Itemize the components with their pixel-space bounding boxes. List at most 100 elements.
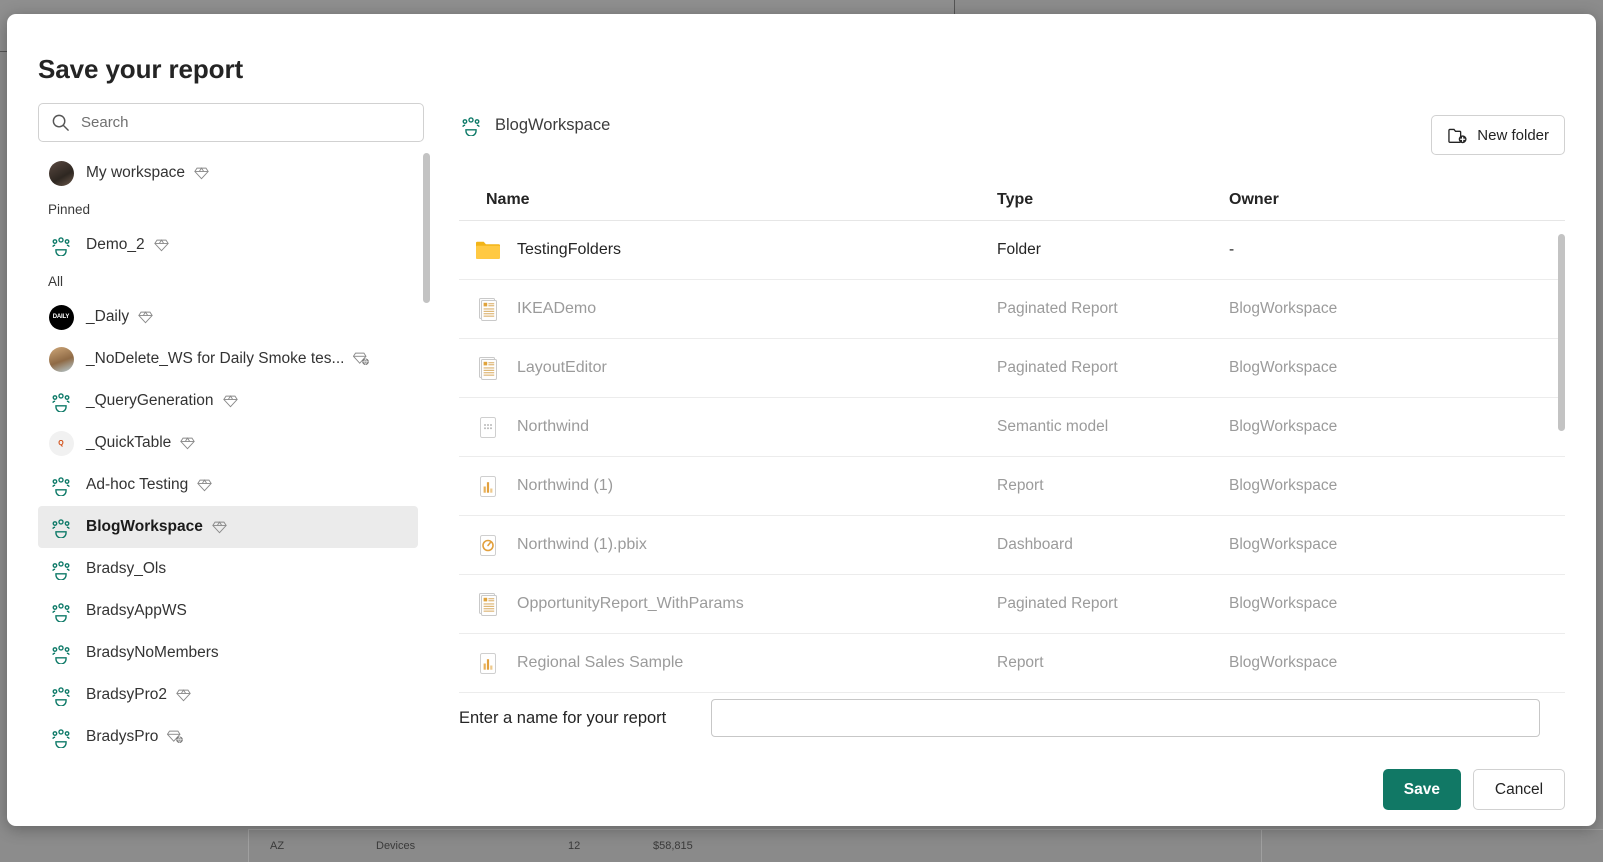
background-cell-count: 12 [568, 840, 581, 852]
sidebar-item-daily[interactable]: DAILY _Daily [38, 296, 418, 338]
avatar-dog [48, 346, 74, 372]
file-name-cell: Regional Sales Sample [474, 650, 997, 677]
file-name-cell: Northwind (1) [474, 473, 997, 500]
premium-diamond-icon [212, 520, 227, 534]
sidebar-item-quicktable[interactable]: Q _QuickTable [38, 422, 418, 464]
workspace-group-icon [48, 514, 74, 540]
workspace-group-icon [48, 556, 74, 582]
premium-diamond-icon [222, 394, 238, 408]
sidebar-item-blogworkspace[interactable]: BlogWorkspace [38, 506, 418, 548]
file-type: Paginated Report [997, 359, 1118, 376]
file-name: Northwind [517, 418, 590, 435]
file-table-scrollbar-thumb[interactable] [1558, 234, 1565, 431]
new-folder-label: New folder [1477, 126, 1549, 144]
sidebar-item-bradyspro[interactable]: BradysPro [38, 716, 418, 758]
file-type: Report [997, 477, 1044, 494]
avatar-quick: Q [48, 430, 74, 456]
sidebar-item-label: My workspace [86, 164, 186, 181]
workspace-scrollbar-thumb[interactable] [423, 153, 430, 303]
table-row[interactable]: OpportunityReport_WithParams Paginated R… [459, 575, 1565, 634]
table-row[interactable]: IKEADemo Paginated Report BlogWorkspace [459, 280, 1565, 339]
search-icon [51, 113, 70, 132]
file-name-cell: Northwind [474, 414, 997, 441]
workspace-group-icon [48, 232, 74, 258]
table-row[interactable]: Northwind Semantic model BlogWorkspace [459, 398, 1565, 457]
file-owner: BlogWorkspace [1229, 359, 1338, 376]
background-table-row: AZ Devices 12 $58,815 [248, 829, 1603, 862]
sidebar-item-nodelete-ws-for-daily-smoke-tes[interactable]: _NoDelete_WS for Daily Smoke tes... [38, 338, 418, 380]
file-table-body[interactable]: TestingFolders Folder - IKEADemo Paginat… [459, 221, 1565, 693]
file-owner: - [1229, 241, 1235, 258]
table-row[interactable]: LayoutEditor Paginated Report BlogWorksp… [459, 339, 1565, 398]
folder-icon [474, 237, 501, 264]
sidebar-item-label: BradsyNoMembers [86, 644, 219, 661]
sidebar-item-my-workspace[interactable]: My workspace [38, 152, 418, 194]
file-name-cell: Northwind (1).pbix [474, 532, 997, 559]
sidebar-item-ad-hoc-testing[interactable]: Ad-hoc Testing [38, 464, 418, 506]
file-type: Folder [997, 241, 1041, 258]
sidebar-item-label: _Daily [86, 308, 130, 325]
premium-diamond-icon [176, 688, 191, 702]
sidebar-item-bradsypro2[interactable]: BradsyPro2 [38, 674, 418, 716]
workspace-group-icon [48, 640, 74, 666]
sidebar-item-label: _QuickTable [86, 434, 172, 451]
premium-diamond-icon [138, 310, 153, 324]
report-name-input[interactable] [711, 699, 1540, 737]
save-button[interactable]: Save [1382, 769, 1461, 810]
workspace-group-icon [48, 598, 74, 624]
file-owner: BlogWorkspace [1229, 536, 1338, 553]
file-type: Paginated Report [997, 300, 1118, 317]
loading-dots-indicator: ·· [64, 825, 71, 826]
table-row[interactable]: Northwind (1).pbix Dashboard BlogWorkspa… [459, 516, 1565, 575]
sidebar-item-querygeneration[interactable]: _QueryGeneration [38, 380, 418, 422]
workspace-group-icon [48, 682, 74, 708]
file-name-cell: IKEADemo [474, 296, 997, 323]
file-table-scrollbar-track[interactable] [1558, 221, 1565, 693]
user-avatar [48, 160, 74, 186]
workspace-list: My workspace Pinned Demo_2 All DAILY _Da… [38, 152, 418, 758]
report-icon [474, 650, 501, 677]
column-header-type[interactable]: Type [997, 191, 1229, 209]
workspace-group-icon [48, 388, 74, 414]
sidebar-item-bradsynomembers[interactable]: BradsyNoMembers [38, 632, 418, 674]
column-header-name[interactable]: Name [486, 191, 997, 209]
workspace-group-icon [459, 113, 483, 137]
workspace-group-icon [48, 472, 74, 498]
new-folder-button[interactable]: New folder [1431, 115, 1565, 155]
breadcrumb: BlogWorkspace [459, 109, 1565, 141]
sidebar-item-label: _NoDelete_WS for Daily Smoke tes... [86, 350, 345, 367]
file-name-cell: OpportunityReport_WithParams [474, 591, 997, 618]
file-type: Paginated Report [997, 595, 1118, 612]
dashboard-icon [474, 532, 501, 559]
file-table: Name Type Owner TestingFolders Folder - [459, 179, 1565, 693]
file-owner: BlogWorkspace [1229, 418, 1338, 435]
file-name: IKEADemo [517, 300, 597, 317]
sidebar-item-demo-2[interactable]: Demo_2 [38, 224, 418, 266]
sidebar-section-all: All [48, 273, 64, 289]
dialog-action-row: Save Cancel [1382, 769, 1565, 810]
column-header-owner[interactable]: Owner [1229, 191, 1565, 209]
workspace-search-box[interactable] [38, 103, 424, 142]
sidebar-item-bradsyappws[interactable]: BradsyAppWS [38, 590, 418, 632]
paginated-report-icon [474, 591, 501, 618]
semantic-model-icon [474, 414, 501, 441]
table-row[interactable]: TestingFolders Folder - [459, 221, 1565, 280]
sidebar-item-bradsy-ols[interactable]: Bradsy_Ols [38, 548, 418, 590]
table-row[interactable]: Northwind (1) Report BlogWorkspace [459, 457, 1565, 516]
table-row[interactable]: Regional Sales Sample Report BlogWorkspa… [459, 634, 1565, 693]
paginated-report-icon [474, 296, 501, 323]
file-name: LayoutEditor [517, 359, 607, 376]
cancel-button[interactable]: Cancel [1473, 769, 1565, 810]
sidebar-item-label: BradsyAppWS [86, 602, 187, 619]
file-owner: BlogWorkspace [1229, 300, 1338, 317]
workspace-scrollbar-track[interactable] [423, 152, 430, 800]
sidebar-item-label: BradysPro [86, 728, 159, 745]
workspace-group-icon [48, 724, 74, 750]
content-panel: BlogWorkspace New folder Name Type Owner [459, 103, 1565, 826]
workspace-list-scroll-area[interactable]: My workspace Pinned Demo_2 All DAILY _Da… [38, 152, 430, 800]
file-name: Northwind (1) [517, 477, 614, 494]
file-name: Northwind (1).pbix [517, 536, 647, 553]
background-cell-amount: $58,815 [653, 840, 693, 852]
background-cell-state: AZ [270, 840, 285, 852]
search-input[interactable] [81, 114, 401, 131]
